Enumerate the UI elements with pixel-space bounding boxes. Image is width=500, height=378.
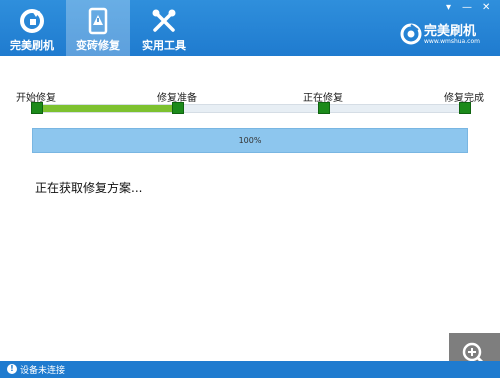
step-marker-complete bbox=[459, 102, 471, 114]
nav-tab-brick-repair[interactable]: 变砖修复 bbox=[66, 0, 130, 56]
step-marker-repairing bbox=[318, 102, 330, 114]
status-message: 正在获取修复方案... bbox=[35, 181, 143, 195]
step-progress-track bbox=[36, 104, 464, 113]
brand-name: 完美刷机 bbox=[424, 24, 477, 39]
minimize-icon[interactable]: — bbox=[462, 2, 472, 14]
close-icon[interactable]: ✕ bbox=[482, 2, 490, 14]
brand: 完美刷机 www.wmshua.com bbox=[400, 20, 490, 48]
status-bar: ! 设备未连接 bbox=[0, 361, 500, 378]
step-progress-fill bbox=[36, 105, 179, 112]
nav-tab-label: 完美刷机 bbox=[10, 39, 54, 52]
flash-app-icon bbox=[20, 9, 44, 33]
nav-tab-label: 变砖修复 bbox=[76, 39, 120, 52]
brand-url: www.wmshua.com bbox=[424, 38, 480, 45]
nav-tab-flash[interactable]: 完美刷机 bbox=[0, 0, 64, 56]
progress-percent: 100% bbox=[238, 136, 262, 145]
warning-icon: ! bbox=[7, 364, 17, 374]
nav-tab-tools[interactable]: 实用工具 bbox=[132, 0, 196, 56]
step-marker-start bbox=[31, 102, 43, 114]
warning-phone-icon bbox=[88, 7, 108, 35]
step-marker-prepare bbox=[172, 102, 184, 114]
top-toolbar: 完美刷机 变砖修复 实用工具 ▾ — ✕ 完美刷机 www.wmshua.com bbox=[0, 0, 500, 56]
brand-logo-icon bbox=[400, 23, 422, 45]
menu-icon[interactable]: ▾ bbox=[446, 2, 451, 14]
tools-icon bbox=[152, 9, 176, 32]
nav-tab-label: 实用工具 bbox=[142, 39, 186, 52]
repair-progress-bar: 100% bbox=[32, 128, 468, 153]
connection-status: 设备未连接 bbox=[20, 366, 66, 376]
